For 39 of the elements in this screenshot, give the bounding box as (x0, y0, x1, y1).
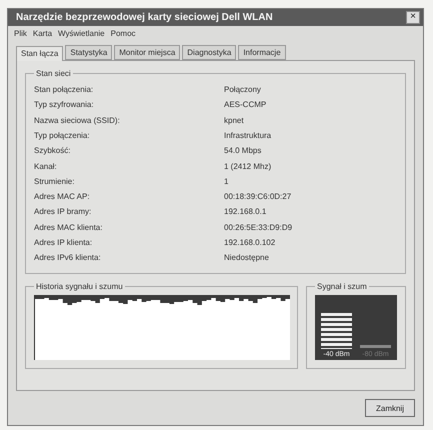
tab[interactable]: Statystyka (65, 44, 112, 60)
menu-item[interactable]: Karta (32, 28, 52, 38)
group-title: Sygnał i szum (316, 282, 368, 292)
tab[interactable]: Diagnostyka (182, 44, 236, 60)
menu-item[interactable]: Plik (14, 28, 27, 38)
field-value: 1 (224, 176, 230, 186)
tab[interactable]: Stan łącza (16, 46, 64, 61)
close-button[interactable]: × (406, 10, 420, 24)
menu-item[interactable]: Wyświetlanie (58, 28, 105, 38)
field-value: AES-CCMP (224, 100, 268, 110)
field-value: 54.0 Mbps (224, 146, 262, 156)
close-button[interactable]: Zamknij (365, 399, 415, 417)
field-label: Adres MAC AP: (34, 192, 91, 202)
field-value: 192.168.0.1 (224, 207, 268, 216)
field-value: 1 (2412 Mhz) (224, 162, 272, 171)
field-value: 192.168.0.102 (224, 238, 276, 247)
field-label: Stan połączenia: (34, 85, 94, 94)
field-label: Szybkość: (34, 146, 72, 156)
tab[interactable]: Informacje (238, 44, 286, 60)
tab[interactable]: Monitor miejsca (114, 44, 180, 60)
group-title: Historia sygnału i szumu (35, 282, 124, 292)
group-title: Stan sieci (35, 68, 72, 78)
field-label: Nazwa sieciowa (SSID): (34, 116, 121, 125)
field-label: Typ połączenia: (34, 130, 91, 140)
menu-item[interactable]: Pomoc (110, 28, 136, 38)
field-value: 00:18:39:C6:0D:27 (224, 192, 292, 202)
field-value: Połączony (224, 85, 262, 94)
field-label: Adres MAC klienta: (34, 222, 104, 232)
field-label: Kanał: (34, 162, 58, 171)
field-value: 00:26:5E:33:D9:D9 (224, 222, 294, 232)
field-value: Infrastruktura (224, 130, 272, 140)
field-label: Adres IP bramy: (34, 207, 92, 216)
field-value: Niedostępne (224, 253, 270, 262)
field-label: Adres IP klienta: (34, 238, 94, 247)
field-value: kpnet (224, 116, 245, 125)
field-label: Typ szyfrowania: (34, 100, 95, 110)
field-label: Adres IPv6 klienta: (34, 253, 102, 262)
window-title: Narzędzie bezprzewodowej karty sieciowej Dell WLAN (16, 12, 273, 23)
field-label: Strumienie: (34, 176, 76, 186)
